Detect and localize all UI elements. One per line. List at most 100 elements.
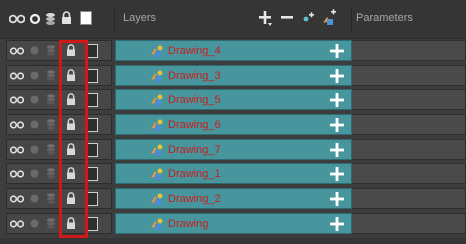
stack-icon[interactable] bbox=[45, 12, 56, 26]
plus-icon bbox=[330, 68, 344, 83]
lock-all-icon[interactable] bbox=[61, 11, 72, 25]
layers-header: Layers Parameters bbox=[0, 0, 466, 39]
layer-parameters-cell[interactable] bbox=[352, 188, 466, 210]
add-sublayer-button[interactable] bbox=[329, 115, 345, 137]
add-sublayer-button[interactable] bbox=[329, 66, 345, 88]
layer-parameters-cell[interactable] bbox=[352, 64, 466, 86]
add-sublayer-button[interactable] bbox=[329, 140, 345, 162]
lock-icon[interactable] bbox=[66, 118, 76, 131]
show-icon[interactable] bbox=[10, 71, 24, 81]
plus-icon bbox=[330, 93, 344, 108]
show-icon[interactable] bbox=[10, 194, 24, 204]
lock-icon[interactable] bbox=[66, 44, 76, 57]
layer-name-cell[interactable]: Drawing_5 bbox=[115, 89, 352, 112]
color-swatch-icon[interactable] bbox=[86, 68, 98, 83]
layer-controls bbox=[6, 89, 112, 111]
stack-icon[interactable] bbox=[46, 44, 56, 57]
color-swatch-icon[interactable] bbox=[86, 216, 98, 231]
layer-name: Drawing_6 bbox=[168, 119, 221, 132]
layer-name-cell[interactable]: Drawing bbox=[115, 212, 352, 236]
show-icon[interactable] bbox=[10, 219, 24, 229]
plus-icon bbox=[330, 192, 344, 207]
layer-row[interactable]: Drawing_5 bbox=[0, 87, 466, 112]
solo-icon[interactable] bbox=[29, 119, 40, 130]
layer-name-cell[interactable]: Drawing_2 bbox=[115, 188, 352, 211]
stack-icon[interactable] bbox=[46, 217, 56, 230]
stack-icon[interactable] bbox=[46, 192, 56, 205]
layer-name-cell[interactable]: Drawing_1 bbox=[115, 163, 352, 186]
add-sublayer-button[interactable] bbox=[329, 90, 345, 112]
stack-icon[interactable] bbox=[46, 93, 56, 106]
add-sublayer-button[interactable] bbox=[329, 164, 345, 186]
color-swatch-icon[interactable] bbox=[86, 142, 98, 157]
lock-icon[interactable] bbox=[66, 93, 76, 106]
lock-icon[interactable] bbox=[66, 217, 76, 230]
add-layer-icon bbox=[259, 11, 272, 26]
lock-icon[interactable] bbox=[66, 167, 76, 180]
color-swatch-icon[interactable] bbox=[86, 192, 98, 207]
drawing-layer-icon bbox=[151, 94, 163, 107]
layer-row[interactable]: Drawing_6 bbox=[0, 112, 466, 137]
show-icon[interactable] bbox=[10, 145, 24, 155]
layer-row[interactable]: Drawing_3 bbox=[0, 63, 466, 88]
layer-controls bbox=[6, 163, 112, 185]
layer-row[interactable]: Drawing_7 bbox=[0, 137, 466, 162]
show-icon[interactable] bbox=[10, 46, 24, 56]
color-swatch-icon[interactable] bbox=[86, 93, 98, 108]
layer-parameters-cell[interactable] bbox=[352, 40, 466, 61]
drawing-layer-icon bbox=[151, 45, 163, 57]
layer-controls bbox=[6, 40, 112, 61]
show-icon[interactable] bbox=[10, 120, 24, 130]
layer-name-cell[interactable]: Drawing_4 bbox=[115, 40, 352, 61]
add-drawing-layer-button[interactable] bbox=[321, 9, 337, 30]
layer-controls bbox=[6, 138, 112, 160]
layer-name: Drawing_5 bbox=[168, 94, 221, 107]
layers-label: Layers bbox=[123, 12, 157, 24]
layer-parameters-cell[interactable] bbox=[352, 138, 466, 160]
solo-icon[interactable] bbox=[29, 193, 40, 204]
lock-icon[interactable] bbox=[66, 68, 76, 82]
solo-icon[interactable] bbox=[29, 70, 40, 81]
show-icon[interactable] bbox=[10, 95, 24, 105]
layer-row[interactable]: Drawing bbox=[0, 211, 466, 236]
solo-icon[interactable] bbox=[29, 144, 40, 155]
add-sublayer-button[interactable] bbox=[329, 41, 345, 63]
layer-parameters-cell[interactable] bbox=[352, 163, 466, 185]
layer-parameters-cell[interactable] bbox=[352, 114, 466, 136]
layer-row[interactable]: Drawing_4 bbox=[0, 38, 466, 63]
stack-icon[interactable] bbox=[46, 143, 56, 156]
color-swatch-icon[interactable] bbox=[80, 11, 92, 25]
layer-parameters-cell[interactable] bbox=[352, 89, 466, 111]
add-peg-button[interactable] bbox=[301, 9, 315, 30]
color-swatch-icon[interactable] bbox=[86, 118, 98, 133]
solo-icon[interactable] bbox=[29, 218, 40, 229]
plus-icon bbox=[330, 118, 344, 133]
layer-row[interactable]: Drawing_2 bbox=[0, 186, 466, 211]
show-hide-icon[interactable] bbox=[29, 13, 41, 25]
layer-parameters-cell[interactable] bbox=[352, 212, 466, 234]
remove-layer-button[interactable] bbox=[280, 9, 294, 30]
lock-icon[interactable] bbox=[66, 192, 76, 205]
plus-icon bbox=[330, 216, 344, 231]
add-sublayer-button[interactable] bbox=[329, 214, 345, 236]
layer-name-cell[interactable]: Drawing_3 bbox=[115, 64, 352, 88]
color-swatch-icon[interactable] bbox=[86, 44, 98, 58]
color-swatch-icon[interactable] bbox=[86, 167, 98, 182]
solo-icon[interactable] bbox=[29, 94, 40, 105]
solo-icon[interactable] bbox=[29, 45, 40, 56]
stack-icon[interactable] bbox=[46, 167, 56, 180]
layer-name-cell[interactable]: Drawing_7 bbox=[115, 138, 352, 162]
add-layer-button[interactable] bbox=[258, 9, 274, 30]
show-icon[interactable] bbox=[10, 169, 24, 179]
stack-icon[interactable] bbox=[46, 69, 56, 82]
lock-icon[interactable] bbox=[66, 142, 76, 156]
layer-name-cell[interactable]: Drawing_6 bbox=[115, 114, 352, 137]
layer-name: Drawing bbox=[168, 217, 209, 230]
drawing-layer-icon bbox=[151, 218, 163, 230]
layer-row[interactable]: Drawing_1 bbox=[0, 161, 466, 186]
add-sublayer-button[interactable] bbox=[329, 189, 345, 211]
show-all-icon[interactable] bbox=[9, 13, 25, 25]
stack-icon[interactable] bbox=[46, 118, 56, 131]
solo-icon[interactable] bbox=[29, 168, 40, 179]
layer-name: Drawing_7 bbox=[168, 143, 221, 156]
